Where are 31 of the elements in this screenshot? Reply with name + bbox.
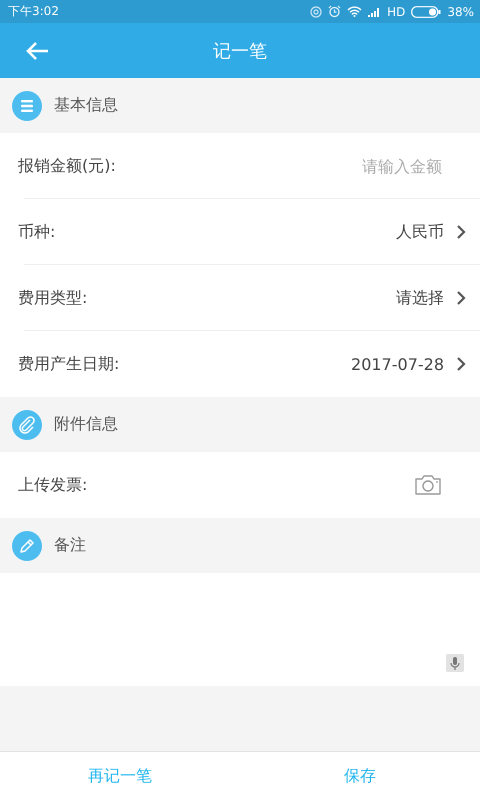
camera-icon[interactable] [414,474,442,496]
field-label: 报销金额(元): [18,156,117,176]
field-label: 币种: [18,222,56,242]
select-value[interactable]: 人民币 [396,222,444,242]
battery-percent: 38% [447,4,474,18]
page-title: 记一笔 [213,40,267,62]
paperclip-icon [12,410,42,440]
field-label: 费用产生日期: [18,354,120,374]
amount-input[interactable]: 请输入金额 [300,156,444,176]
status-time: 下午3:02 [8,3,59,20]
chevron-right-icon [456,224,466,240]
remarks-field[interactable] [0,573,480,686]
field-label: 上传发票: [18,474,88,496]
microphone-icon[interactable] [446,654,464,672]
sync-icon [310,6,322,18]
select-value[interactable]: 请选择 [396,288,444,308]
network-label: HD [387,4,406,18]
chevron-right-icon [456,290,466,306]
section-title: 附件信息 [54,414,118,435]
field-label: 费用类型: [18,288,88,308]
chevron-right-icon [456,356,466,372]
back-arrow-icon[interactable] [25,40,49,60]
section-title: 基本信息 [54,95,118,116]
list-icon [12,90,42,120]
alarm-icon [328,5,342,18]
battery-icon [411,6,442,18]
wifi-icon [347,6,362,17]
signal-icon [368,6,382,16]
section-title: 备注 [54,535,86,556]
select-value[interactable]: 2017-07-28 [351,354,444,374]
pencil-icon [12,530,42,560]
